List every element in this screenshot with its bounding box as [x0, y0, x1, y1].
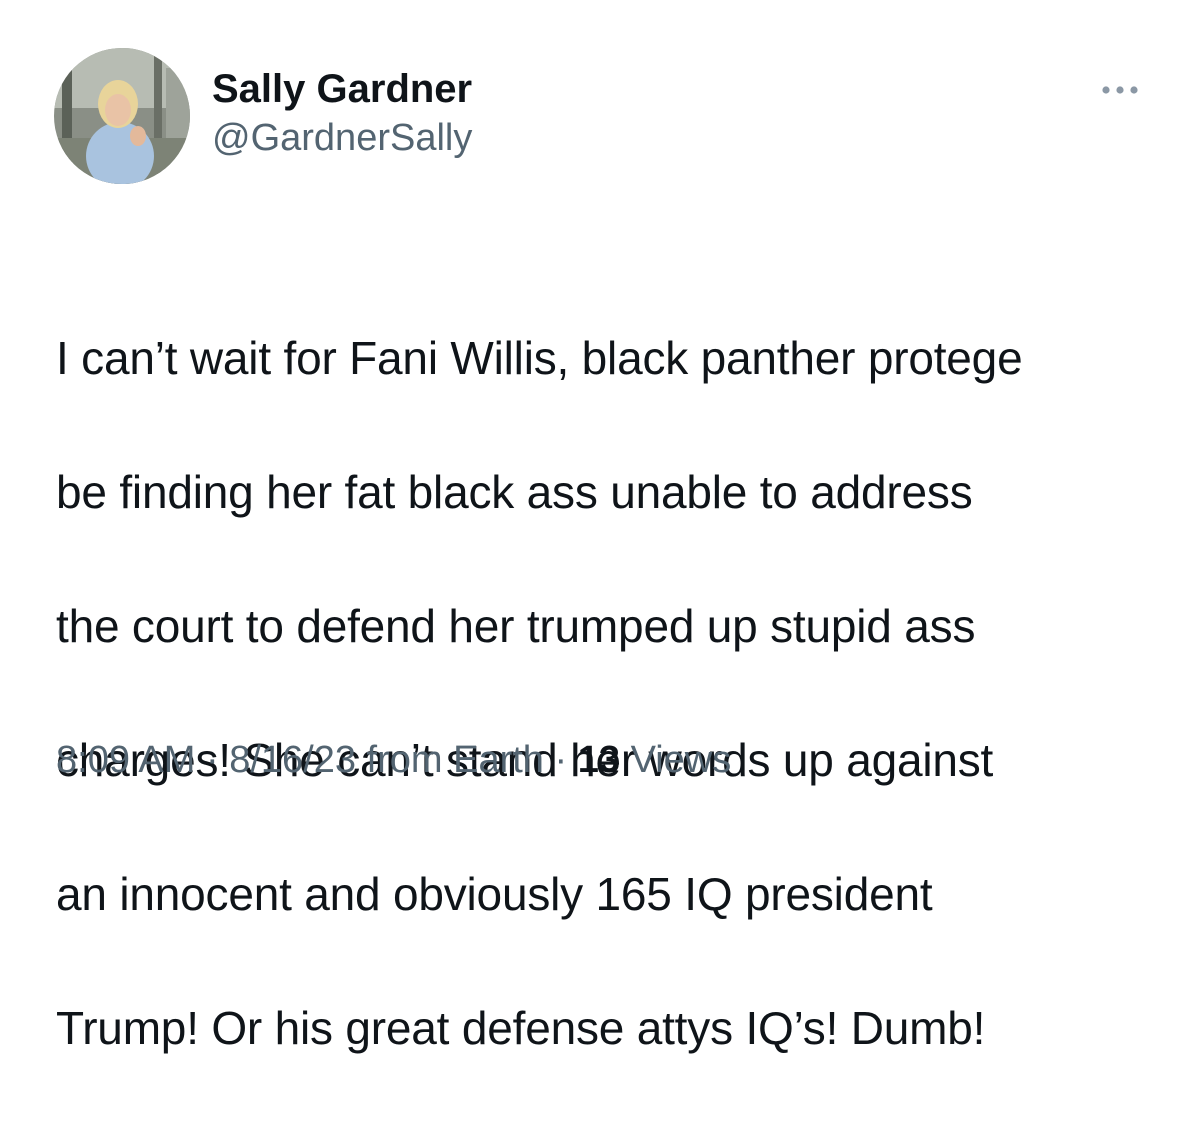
tweet-text-line: Trump! Or his great defense attys IQ’s! …: [56, 1002, 986, 1054]
avatar[interactable]: [54, 48, 190, 184]
user-handle[interactable]: @GardnerSally: [212, 113, 472, 163]
display-name[interactable]: Sally Gardner: [212, 65, 472, 113]
tweet-text-line: be finding her fat black ass unable to a…: [56, 466, 973, 518]
tweet-text-line: I can’t wait for Fani Willis, black pant…: [56, 332, 1023, 384]
tweet-header: Sally Gardner @GardnerSally: [54, 48, 472, 184]
tweet-date-source[interactable]: 8/16/23 from Earth: [229, 739, 544, 781]
tweet-card: Sally Gardner @GardnerSally I can’t wait…: [0, 0, 1200, 1054]
tweet-meta: 8:09 AM · 8/16/23 from Earth · 13 Views: [56, 734, 731, 786]
more-options-button[interactable]: [1096, 76, 1144, 104]
tweet-text-line: the court to defend her trumped up stupi…: [56, 600, 976, 652]
views-count: 13: [577, 739, 620, 781]
more-horizontal-icon: [1102, 86, 1138, 94]
views-label: Views: [630, 739, 732, 781]
tweet-time[interactable]: 8:09 AM: [56, 739, 195, 781]
author-names: Sally Gardner @GardnerSally: [212, 65, 472, 163]
tweet-text: I can’t wait for Fani Willis, black pant…: [56, 258, 1166, 1129]
meta-separator: ·: [543, 739, 578, 781]
meta-separator: ·: [195, 739, 230, 781]
tweet-text-line: an innocent and obviously 165 IQ preside…: [56, 868, 933, 920]
avatar-photo: [54, 48, 190, 184]
